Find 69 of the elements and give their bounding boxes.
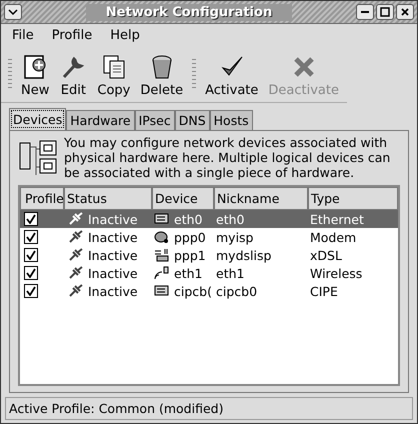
- column-header[interactable]: Status: [64, 187, 152, 210]
- menu-item[interactable]: Help: [110, 28, 140, 44]
- close-button[interactable]: [396, 4, 414, 20]
- tab[interactable]: IPsec: [134, 110, 175, 130]
- toolbar-button[interactable]: Activate: [201, 52, 262, 98]
- window-title: Network Configuration: [86, 4, 292, 20]
- table-row[interactable]: Inactive ppp0 myisp Modem: [20, 228, 398, 246]
- chevron-down-icon: [8, 8, 18, 16]
- device-name: ppp0: [174, 230, 206, 244]
- tab[interactable]: DNS: [174, 110, 210, 130]
- checkbox[interactable]: [24, 266, 38, 280]
- column-header[interactable]: Nickname: [214, 187, 308, 210]
- type-cell-text: Modem: [309, 230, 358, 244]
- tunnel-card-icon: [154, 284, 170, 298]
- status-text: Inactive: [88, 266, 138, 280]
- checkbox[interactable]: [24, 248, 38, 262]
- description-text: You may configure network devices associated with physical hardware here. Multiple logical devices can be associated with a single piece of hardware.: [64, 135, 392, 180]
- toolbar-button[interactable]: New: [17, 52, 54, 98]
- column-header[interactable]: Device: [152, 187, 214, 210]
- status-text: Inactive: [88, 212, 138, 226]
- status-text: Inactive: [88, 284, 138, 298]
- minimize-icon: [361, 11, 369, 13]
- minimize-button[interactable]: [356, 4, 374, 20]
- device-name: cipcb(: [174, 284, 212, 298]
- table-row[interactable]: Inactive cipcb( cipcb0 CIPE: [20, 282, 398, 300]
- type-cell-text: CIPE: [309, 284, 339, 298]
- menu-item[interactable]: Profile: [52, 28, 92, 44]
- checkbox[interactable]: [24, 230, 38, 244]
- nickname-cell-text: myisp: [215, 230, 254, 244]
- status-text: Inactive: [88, 230, 138, 244]
- nickname-cell-text: cipcb0: [215, 284, 258, 298]
- column-header[interactable]: Profile: [20, 187, 64, 210]
- nickname-cell-text: mydslisp: [215, 248, 272, 262]
- table-row[interactable]: Inactive eth1 eth1 Wireless: [20, 264, 398, 282]
- tab[interactable]: Devices: [9, 108, 66, 130]
- close-icon: [400, 7, 410, 17]
- tab[interactable]: Hosts: [210, 110, 253, 130]
- device-name: ppp1: [174, 248, 206, 262]
- toolbar-button[interactable]: Delete: [136, 52, 188, 98]
- status-bar: Active Profile: Common (modified): [5, 397, 413, 420]
- maximize-button[interactable]: [376, 4, 394, 20]
- unplugged-icon: [68, 284, 84, 298]
- wireless-icon: [154, 266, 170, 280]
- type-cell-text: Ethernet: [309, 212, 365, 226]
- dsl-device-icon: [154, 248, 170, 262]
- nickname-cell-text: eth0: [215, 212, 246, 226]
- device-name: eth1: [174, 266, 202, 280]
- modem-icon: [154, 230, 170, 244]
- tab[interactable]: Hardware: [66, 110, 135, 130]
- device-name: eth0: [174, 212, 202, 226]
- checkbox[interactable]: [24, 284, 38, 298]
- nickname-cell-text: eth1: [215, 266, 246, 280]
- maximize-icon: [380, 7, 390, 17]
- window-menu-button[interactable]: [4, 4, 22, 20]
- table-row[interactable]: Inactive ppp1 mydslisp xDSL: [20, 246, 398, 264]
- type-cell-text: Wireless: [309, 266, 364, 280]
- toolbar-button[interactable]: Copy: [93, 52, 134, 98]
- unplugged-icon: [68, 212, 84, 226]
- unplugged-icon: [68, 266, 84, 280]
- column-header[interactable]: Type: [308, 187, 398, 210]
- menu-item[interactable]: File: [12, 28, 34, 44]
- unplugged-icon: [68, 248, 84, 262]
- checkbox[interactable]: [24, 212, 38, 226]
- type-cell-text: xDSL: [309, 248, 343, 262]
- table-row[interactable]: Inactive eth0 eth0 Ethernet: [20, 210, 398, 228]
- status-text: Inactive: [88, 248, 138, 262]
- toolbar-button[interactable]: Edit: [55, 52, 92, 98]
- network-card-icon: [154, 212, 170, 226]
- unplugged-icon: [68, 230, 84, 244]
